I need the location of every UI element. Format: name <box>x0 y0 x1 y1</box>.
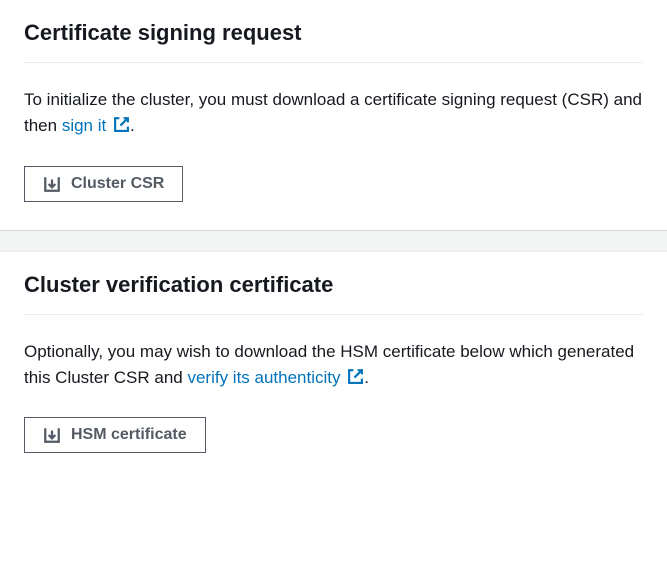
section-gap <box>0 230 667 252</box>
verify-authenticity-link-text: verify its authenticity <box>187 368 340 387</box>
verify-authenticity-link[interactable]: verify its authenticity <box>187 368 364 387</box>
verification-description: Optionally, you may wish to download the… <box>24 339 643 394</box>
csr-heading: Certificate signing request <box>24 20 643 62</box>
download-icon <box>43 175 61 193</box>
csr-section: Certificate signing request To initializ… <box>0 0 667 230</box>
external-link-icon <box>347 367 364 393</box>
sign-it-link-text: sign it <box>62 116 106 135</box>
csr-desc-after: . <box>130 116 135 135</box>
csr-body: To initialize the cluster, you must down… <box>24 63 643 202</box>
cluster-csr-button[interactable]: Cluster CSR <box>24 166 183 202</box>
hsm-certificate-button-label: HSM certificate <box>71 426 187 444</box>
hsm-certificate-button[interactable]: HSM certificate <box>24 417 206 453</box>
cluster-csr-button-label: Cluster CSR <box>71 175 164 193</box>
download-icon <box>43 426 61 444</box>
verification-body: Optionally, you may wish to download the… <box>24 315 643 454</box>
csr-description: To initialize the cluster, you must down… <box>24 87 643 142</box>
sign-it-link[interactable]: sign it <box>62 116 130 135</box>
verification-section: Cluster verification certificate Optiona… <box>0 252 667 482</box>
verification-heading: Cluster verification certificate <box>24 272 643 314</box>
verification-desc-after: . <box>364 368 369 387</box>
external-link-icon <box>113 115 130 141</box>
